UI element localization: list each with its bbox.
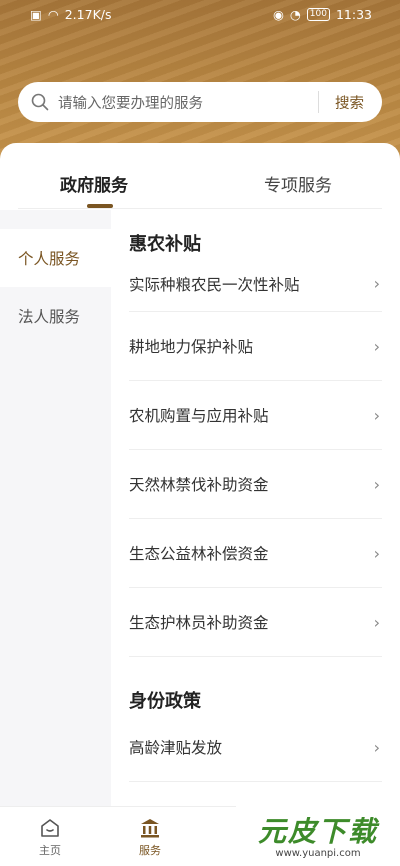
list-item-label: 天然林禁伐补助资金	[129, 476, 269, 494]
side-nav: 个人服务 法人服务	[0, 210, 111, 806]
search-button[interactable]: 搜索	[335, 92, 364, 113]
search-input[interactable]: 请输入您要办理的服务	[58, 92, 318, 113]
bank-icon	[141, 818, 159, 837]
list-item-label: 耕地地力保护补贴	[129, 338, 254, 356]
side-nav-personal[interactable]: 个人服务	[0, 229, 111, 287]
battery-icon: 100	[306, 7, 330, 21]
search-icon	[31, 93, 49, 111]
list-item[interactable]: 高龄津贴发放 ›	[129, 713, 382, 782]
home-icon	[41, 818, 59, 837]
watermark-logo: 元皮下载	[257, 814, 378, 848]
eye-icon: ◉	[272, 6, 284, 22]
list-item[interactable]: 生态公益林补偿资金 ›	[129, 519, 382, 588]
chevron-right-icon: ›	[373, 405, 380, 425]
service-tabs: 政府服务 专项服务	[18, 143, 382, 209]
watermark: 元皮下载 www.yuanpi.com	[236, 802, 400, 866]
search-bar[interactable]: 请输入您要办理的服务 搜索	[18, 82, 382, 122]
list-item-label: 生态公益林补偿资金	[129, 545, 269, 563]
list-item-label: 生态护林员补助资金	[129, 614, 269, 632]
chevron-right-icon: ›	[373, 612, 380, 632]
bottom-nav-home-label: 主页	[39, 843, 61, 857]
service-list: 惠农补贴 实际种粮农民一次性补贴 › 耕地地力保护补贴 › 农机购置与应用补贴 …	[129, 210, 382, 806]
chevron-right-icon: ›	[373, 474, 380, 494]
chevron-right-icon: ›	[373, 336, 380, 356]
bottom-nav-home[interactable]: 主页	[0, 807, 100, 866]
chevron-right-icon: ›	[373, 543, 380, 563]
list-item-label: 实际种粮农民一次性补贴	[129, 275, 300, 294]
list-item[interactable]: 实际种粮农民一次性补贴 ›	[129, 256, 382, 312]
section-title: 身份政策	[129, 691, 201, 712]
side-nav-legal-entity[interactable]: 法人服务	[0, 287, 111, 345]
section-title: 惠农补贴	[129, 234, 201, 255]
tab-special-services[interactable]: 专项服务	[264, 171, 332, 196]
speedometer-icon: ◔	[289, 6, 301, 22]
list-item[interactable]: 天然林禁伐补助资金 ›	[129, 450, 382, 519]
list-item[interactable]: 生态护林员补助资金 ›	[129, 588, 382, 657]
tab-government-services[interactable]: 政府服务	[60, 171, 128, 196]
search-divider	[318, 91, 319, 113]
chevron-right-icon: ›	[373, 737, 380, 757]
network-speed: 2.17K/s	[64, 6, 112, 22]
chevron-right-icon: ›	[373, 274, 380, 293]
list-item-label: 高龄津贴发放	[129, 739, 223, 757]
list-item[interactable]: 耕地地力保护补贴 ›	[129, 312, 382, 381]
list-item-label: 农机购置与应用补贴	[129, 407, 269, 425]
bottom-nav-services-label: 服务	[139, 843, 161, 857]
service-sheet: 政府服务 专项服务 个人服务 法人服务 惠农补贴 实际种粮农民一次性补贴 › 耕…	[0, 143, 400, 806]
notification-icon: ▣	[30, 6, 42, 22]
wifi-icon: ◠	[47, 6, 59, 22]
list-item[interactable]: 农机购置与应用补贴 ›	[129, 381, 382, 450]
status-bar: ▣ ◠ 2.17K/s ◉ ◔ 100 11:33	[0, 0, 400, 28]
tab-active-indicator	[87, 204, 113, 208]
bottom-nav-services[interactable]: 服务	[100, 807, 200, 866]
status-time: 11:33	[335, 6, 372, 22]
watermark-url: www.yuanpi.com	[275, 847, 361, 859]
